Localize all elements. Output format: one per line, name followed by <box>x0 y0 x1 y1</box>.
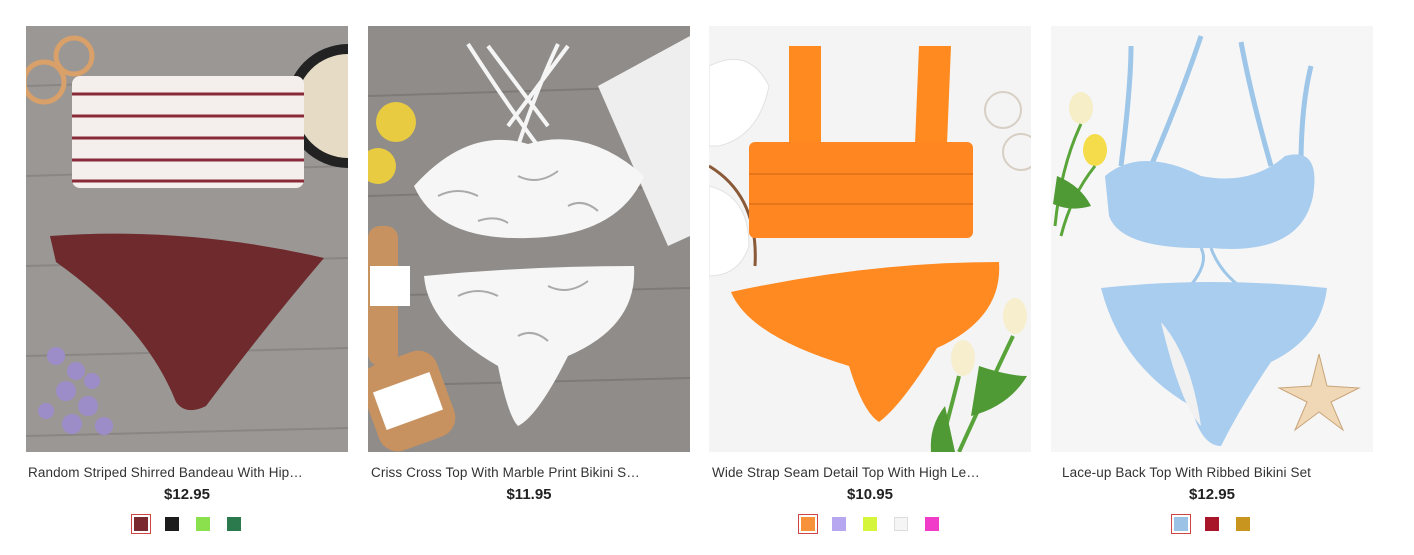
product-title[interactable]: Lace-up Back Top With Ribbed Bikini Set <box>1051 464 1373 482</box>
color-swatch[interactable] <box>162 514 182 534</box>
color-swatch[interactable] <box>891 514 911 534</box>
color-swatch[interactable] <box>224 514 244 534</box>
product-card[interactable]: Wide Strap Seam Detail Top With High Le…… <box>709 26 1031 534</box>
swatch-chip <box>195 517 210 531</box>
swatch-chip <box>894 517 908 531</box>
product-image <box>368 26 690 452</box>
product-image-link[interactable] <box>368 26 690 452</box>
swatch-chip <box>164 517 179 531</box>
color-swatch[interactable] <box>130 514 151 534</box>
product-price: $11.95 <box>506 486 552 503</box>
product-image-link[interactable] <box>26 26 348 452</box>
swatch-chip <box>226 517 241 531</box>
swatch-chip <box>832 517 846 531</box>
product-price: $12.95 <box>1189 486 1235 503</box>
product-image-link[interactable] <box>1051 26 1373 452</box>
product-title[interactable]: Wide Strap Seam Detail Top With High Le… <box>709 464 1031 482</box>
swatch-chip <box>1236 517 1250 531</box>
color-swatches <box>1051 514 1373 534</box>
color-swatch[interactable] <box>193 514 213 534</box>
color-swatch[interactable] <box>1171 514 1191 534</box>
swatch-chip <box>801 517 815 531</box>
swatch-chip <box>925 517 939 531</box>
product-price: $10.95 <box>847 486 893 503</box>
color-swatch[interactable] <box>922 514 942 534</box>
product-image <box>709 26 1031 452</box>
product-image <box>26 26 348 452</box>
product-title[interactable]: Criss Cross Top With Marble Print Bikini… <box>368 464 690 482</box>
product-title[interactable]: Random Striped Shirred Bandeau With Hip… <box>26 464 348 482</box>
color-swatch[interactable] <box>829 514 849 534</box>
color-swatch[interactable] <box>1202 514 1222 534</box>
product-grid: Random Striped Shirred Bandeau With Hip…… <box>0 0 1414 555</box>
product-card[interactable]: Lace-up Back Top With Ribbed Bikini Set … <box>1051 26 1373 534</box>
color-swatch[interactable] <box>860 514 880 534</box>
product-image-link[interactable] <box>709 26 1031 452</box>
color-swatches <box>26 514 348 534</box>
swatch-chip <box>1205 517 1219 531</box>
product-price: $12.95 <box>164 486 210 503</box>
swatch-chip <box>1174 517 1188 531</box>
product-card[interactable]: Random Striped Shirred Bandeau With Hip…… <box>26 26 348 534</box>
swatch-chip <box>863 517 877 531</box>
color-swatch[interactable] <box>1233 514 1253 534</box>
product-image <box>1051 26 1373 452</box>
swatch-chip <box>133 517 148 531</box>
product-card[interactable]: Criss Cross Top With Marble Print Bikini… <box>368 26 690 534</box>
color-swatches <box>709 514 1031 534</box>
color-swatches <box>368 514 690 534</box>
color-swatch[interactable] <box>798 514 818 534</box>
